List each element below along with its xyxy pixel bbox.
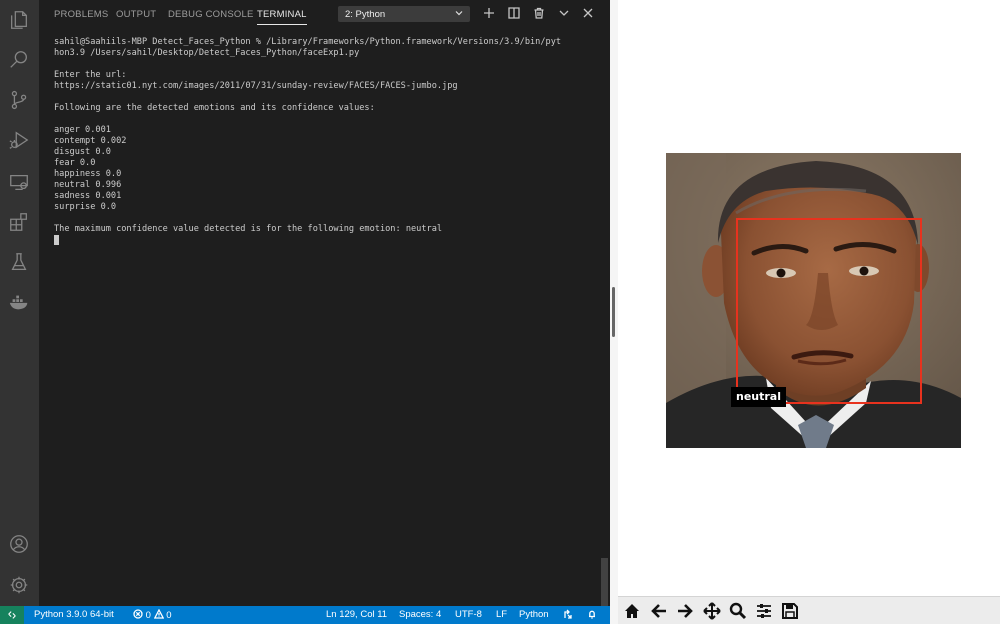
extensions-icon[interactable] — [7, 210, 31, 234]
maximize-panel-button[interactable] — [557, 6, 571, 20]
zoom-button[interactable] — [727, 601, 749, 621]
tab-terminal[interactable]: TERMINAL — [257, 9, 307, 25]
terminal-cursor — [54, 235, 599, 246]
forward-arrow-icon — [678, 604, 693, 618]
remote-explorer-icon[interactable] — [7, 170, 31, 194]
tab-output[interactable]: OUTPUT — [116, 9, 156, 20]
notifications-bell-icon[interactable] — [587, 609, 597, 621]
status-bar: Python 3.9.0 64-bit 0 0 Ln 129, Col 11 S… — [0, 606, 610, 624]
source-control-icon[interactable] — [7, 88, 31, 112]
cursor-position[interactable]: Ln 129, Col 11 — [326, 609, 387, 620]
terminal-line: The maximum confidence value detected is… — [54, 224, 443, 234]
matplotlib-toolbar — [618, 596, 1000, 624]
zoom-icon — [729, 602, 747, 620]
terminal-line: fear 0.0 — [54, 158, 96, 168]
settings-gear-icon[interactable] — [7, 573, 31, 597]
indentation[interactable]: Spaces: 4 — [399, 609, 441, 620]
error-count: 0 — [145, 610, 151, 621]
problems-indicator[interactable]: 0 0 — [133, 608, 172, 621]
save-button[interactable] — [779, 601, 801, 621]
panel-header: PROBLEMS OUTPUT DEBUG CONSOLE TERMINAL 2… — [39, 0, 610, 28]
plus-icon — [484, 8, 494, 18]
chevron-down-icon — [455, 11, 463, 16]
chevron-down-icon — [559, 10, 569, 16]
remote-icon — [8, 611, 16, 619]
terminal-line: surprise 0.0 — [54, 202, 117, 212]
error-icon — [133, 609, 143, 619]
run-debug-icon[interactable] — [7, 128, 31, 152]
tab-problems[interactable]: PROBLEMS — [54, 9, 108, 20]
emotion-annotation-label: neutral — [731, 387, 786, 407]
testing-icon[interactable] — [7, 250, 31, 274]
warning-icon — [153, 608, 164, 619]
line-ending[interactable]: LF — [496, 609, 507, 620]
terminal-selector-value: 2: Python — [345, 9, 386, 20]
search-icon[interactable] — [7, 48, 31, 72]
pan-button[interactable] — [701, 601, 723, 621]
save-icon — [782, 603, 798, 619]
kill-terminal-button[interactable] — [532, 6, 546, 20]
language-mode[interactable]: Python — [519, 609, 549, 620]
warning-count: 0 — [166, 610, 172, 621]
scrollbar-sash[interactable] — [612, 287, 615, 337]
back-arrow-icon — [651, 604, 666, 618]
configure-subplots-button[interactable] — [753, 601, 775, 621]
split-terminal-button[interactable] — [507, 6, 521, 20]
terminal-line: neutral 0.996 — [54, 180, 122, 190]
terminal-selector[interactable]: 2: Python — [338, 6, 470, 22]
terminal-line: hon3.9 /Users/sahil/Desktop/Detect_Faces… — [54, 48, 360, 58]
terminal-line: sadness 0.001 — [54, 191, 122, 201]
home-icon — [625, 604, 639, 618]
terminal-scrollbar[interactable] — [601, 558, 608, 606]
live-share-icon[interactable] — [563, 609, 573, 621]
new-terminal-button[interactable] — [482, 6, 496, 20]
explorer-icon[interactable] — [7, 8, 31, 32]
face-bounding-box — [736, 218, 922, 404]
tab-debug-console[interactable]: DEBUG CONSOLE — [168, 9, 253, 20]
activity-bar — [0, 0, 39, 606]
terminal-line: anger 0.001 — [54, 125, 111, 135]
terminal-line: contempt 0.002 — [54, 136, 127, 146]
terminal-line: Enter the url: — [54, 70, 127, 80]
pan-move-icon — [703, 602, 721, 620]
terminal-output[interactable]: sahil@Saahiils-MBP Detect_Faces_Python %… — [54, 37, 599, 246]
close-icon — [583, 8, 593, 18]
terminal-line: happiness 0.0 — [54, 169, 122, 179]
terminal-line: sahil@Saahiils-MBP Detect_Faces_Python %… — [54, 37, 562, 47]
encoding[interactable]: UTF-8 — [455, 609, 482, 620]
remote-indicator[interactable] — [0, 606, 24, 624]
vscode-window: PROBLEMS OUTPUT DEBUG CONSOLE TERMINAL 2… — [0, 0, 610, 624]
configure-subplots-icon — [757, 604, 771, 618]
home-button[interactable] — [621, 601, 643, 621]
split-terminal-icon — [508, 7, 520, 19]
docker-icon[interactable] — [7, 290, 31, 314]
terminal-line: https://static01.nyt.com/images/2011/07/… — [54, 81, 458, 91]
python-interpreter[interactable]: Python 3.9.0 64-bit — [34, 609, 114, 620]
terminal-line: Following are the detected emotions and … — [54, 103, 375, 113]
forward-button[interactable] — [674, 601, 696, 621]
trash-icon — [534, 7, 544, 19]
account-icon[interactable] — [7, 532, 31, 556]
terminal-panel: PROBLEMS OUTPUT DEBUG CONSOLE TERMINAL 2… — [39, 0, 610, 606]
back-button[interactable] — [648, 601, 670, 621]
terminal-line: disgust 0.0 — [54, 147, 111, 157]
close-panel-button[interactable] — [581, 6, 595, 20]
